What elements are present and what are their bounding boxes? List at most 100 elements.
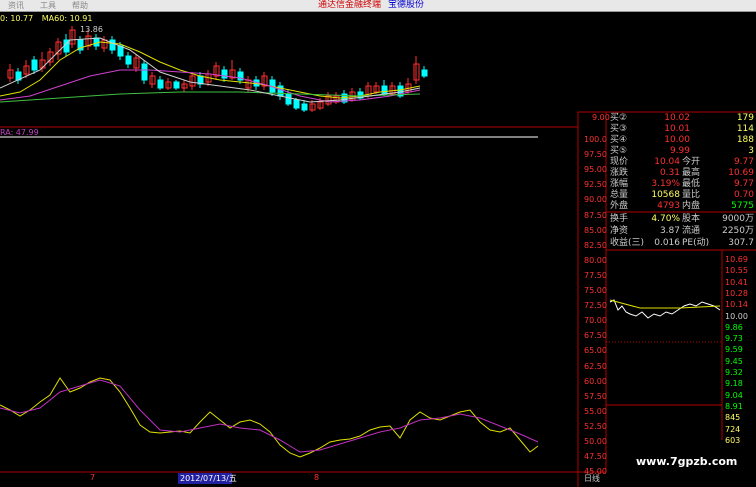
quote-row: 现价 10.04 今开 9.77 [610, 157, 754, 168]
intraday-tick: 724 [725, 424, 741, 434]
order-level-label: 买④ [610, 135, 628, 145]
high-annotation: 13.86 [80, 25, 103, 34]
candle [301, 103, 308, 111]
fundamental-row: 换手 4.70% 股本 9000万 [610, 214, 754, 225]
intraday-tick: 9.73 [725, 334, 743, 344]
quote-value: 5775 [731, 201, 754, 211]
intraday-tick: 8.91 [725, 401, 743, 411]
fund-label: 净资 [610, 226, 629, 236]
candle [109, 39, 116, 51]
ra-line-yellow [0, 377, 539, 458]
quote-value: 9.77 [733, 157, 754, 167]
order-price: 10.01 [664, 124, 690, 134]
intraday-tick: 10.14 [725, 300, 748, 310]
order-volume: 179 [736, 113, 754, 123]
indicator-tick: 70.00 [584, 316, 607, 326]
quote-label: 今开 [682, 157, 701, 167]
fund-value: 9000万 [722, 214, 754, 224]
fundamental-row: 净资 3.87 流通 2250万 [610, 226, 754, 237]
fund-value: 0.016 [654, 238, 680, 248]
candle [421, 69, 428, 77]
candle [141, 63, 148, 81]
intraday-tick: 10.41 [725, 277, 748, 287]
quote-row: 总量 10568 量比 0.70 [610, 190, 754, 201]
candle [125, 55, 132, 65]
indicator-tick: 95.00 [584, 165, 607, 175]
indicator-tick: 60.00 [584, 376, 607, 386]
fund-value: 307.7 [728, 238, 754, 248]
fundamental-row: 收益(三) 0.016 PE(动) 307.7 [610, 238, 754, 249]
quote-value: 0.31 [659, 168, 680, 178]
order-volume: 3 [748, 146, 754, 156]
indicator-tick: 47.50 [584, 452, 607, 462]
watermark: www.7gpzb.com [636, 455, 738, 468]
indicator-tick: 85.00 [584, 225, 607, 235]
candle [381, 85, 388, 95]
candle [93, 37, 100, 47]
quote-value: 4793 [657, 201, 680, 211]
fund-value: 4.70% [651, 214, 680, 224]
order-book-row: 买④ 10.00 188 [610, 135, 754, 146]
order-price: 10.00 [664, 135, 690, 145]
fund-value: 2250万 [722, 226, 754, 236]
intraday-tick: 10.69 [725, 255, 748, 264]
indicator-tick: 65.00 [584, 346, 607, 356]
intraday-tick: 10.55 [725, 266, 748, 276]
candle [285, 93, 292, 105]
date-axis-right: 8 [314, 473, 320, 482]
fund-label: PE(动) [682, 238, 710, 248]
intraday-tick: 9.86 [725, 322, 743, 332]
indicator-tick: 97.50 [584, 150, 607, 160]
quote-label: 现价 [610, 157, 629, 167]
indicator-tick: 77.50 [584, 270, 607, 280]
indicator-tick: 52.50 [584, 421, 607, 431]
candle [173, 81, 180, 89]
order-book-row: 买② 10.02 179 [610, 113, 754, 124]
quote-value: 10.69 [728, 168, 754, 178]
indicator-tick: 67.50 [584, 331, 607, 341]
order-volume: 188 [736, 135, 754, 145]
intraday-tick: 9.04 [725, 390, 743, 400]
indicator-tick: 50.00 [584, 437, 607, 446]
date-axis-left: 7 [90, 473, 96, 482]
intraday-avg-line [609, 299, 721, 309]
indicator-tick: 80.00 [584, 255, 607, 265]
quote-label: 外盘 [610, 201, 629, 211]
quote-value: 0.70 [733, 190, 754, 200]
quote-row: 涨跌 0.31 最高 10.69 [610, 168, 754, 179]
intraday-tick: 10.00 [725, 311, 748, 321]
period-selector[interactable]: 日线 [584, 473, 600, 484]
quote-label: 内盘 [682, 201, 701, 211]
intraday-tick: 9.18 [725, 379, 743, 389]
order-level-label: 买② [610, 113, 628, 123]
fund-label: 流通 [682, 226, 701, 236]
intraday-price-line [609, 299, 721, 319]
indicator-tick: 87.50 [584, 210, 607, 220]
candle [157, 79, 164, 89]
candle [293, 99, 300, 109]
intraday-tick: 10.28 [725, 288, 748, 298]
quote-row: 涨幅 3.19% 最低 9.77 [610, 179, 754, 190]
order-volume: 114 [736, 124, 754, 134]
order-book-row: 买⑤ 9.99 3 [610, 146, 754, 157]
quote-value: 3.19% [651, 179, 680, 189]
order-level-label: 买③ [610, 124, 628, 134]
quote-value: 10.04 [654, 157, 680, 167]
indicator-tick: 100.0 [584, 135, 607, 144]
order-level-label: 买⑤ [610, 146, 628, 156]
ma-line-yellow [0, 41, 421, 99]
quote-label: 涨跌 [610, 168, 629, 178]
quote-value: 9.77 [733, 179, 754, 189]
indicator-tick: 62.50 [584, 361, 607, 371]
date-axis-selected: 2012/07/13/五 [180, 474, 237, 483]
quote-label: 量比 [682, 190, 701, 200]
quote-label: 最高 [682, 168, 701, 178]
candle [221, 69, 228, 79]
candle [31, 59, 38, 71]
order-book-row: 买③ 10.01 114 [610, 124, 754, 135]
intraday-tick: 9.59 [725, 345, 743, 355]
intraday-tick: 9.45 [725, 356, 743, 366]
ma-line-magenta [0, 69, 421, 103]
fund-label: 股本 [682, 214, 701, 224]
intraday-tick: 603 [725, 435, 741, 445]
